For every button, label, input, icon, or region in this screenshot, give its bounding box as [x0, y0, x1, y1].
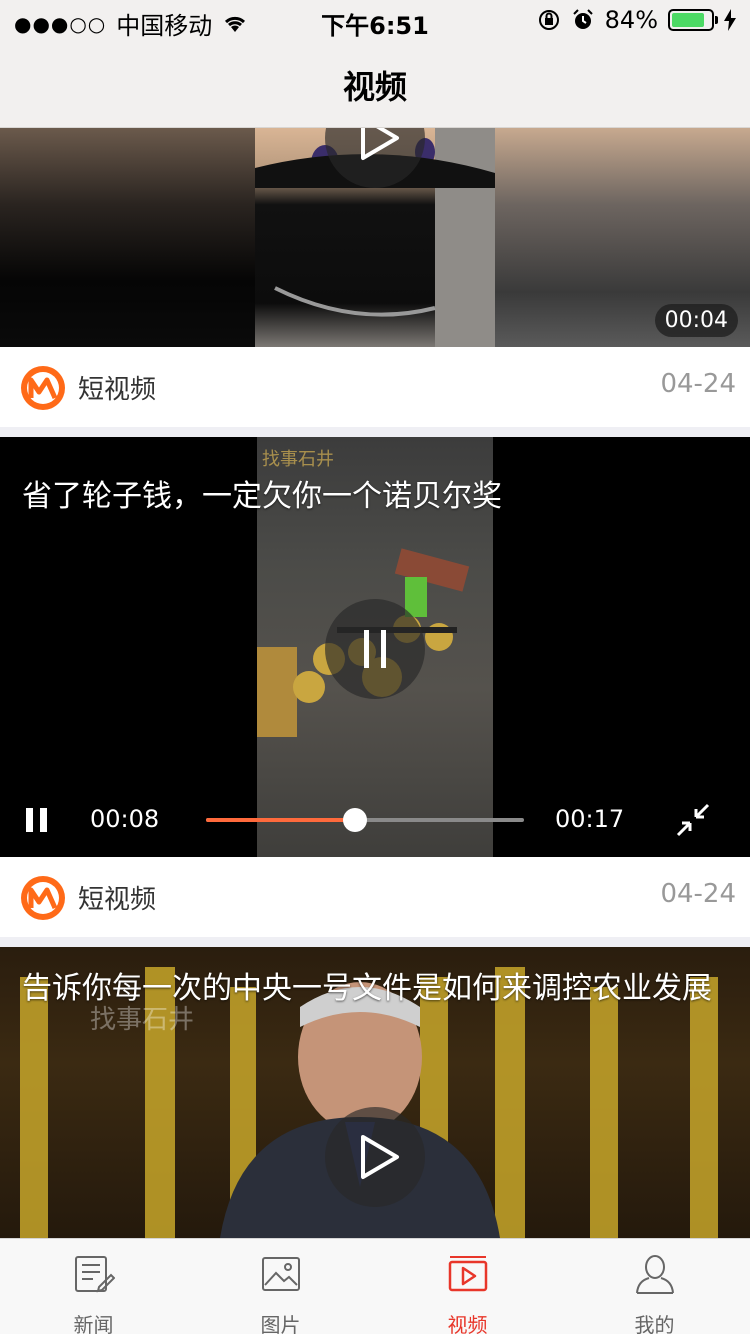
news-icon	[75, 1256, 115, 1293]
video-thumbnail-3[interactable]: 找事石井 告诉你每一次的中央一号文件是如何来调控农业发展	[0, 947, 750, 1238]
play-button[interactable]	[325, 128, 425, 188]
exit-fullscreen-icon[interactable]	[674, 801, 712, 839]
battery-icon	[668, 9, 718, 31]
publish-date: 04-24	[660, 879, 736, 909]
video-icon	[448, 1256, 488, 1292]
tab-profile[interactable]: 我的	[561, 1239, 748, 1334]
charging-icon	[724, 9, 736, 31]
tab-pictures[interactable]: 图片	[187, 1239, 374, 1334]
publish-date: 04-24	[660, 369, 736, 399]
video-meta-row-1[interactable]: 短视频 04-24	[0, 347, 750, 427]
picture-icon	[262, 1257, 300, 1291]
source-name: 短视频	[78, 375, 157, 405]
video-meta-row-2[interactable]: 短视频 04-24	[0, 857, 750, 937]
video-player-2[interactable]: 找事石井 省了轮子钱，一定欠你一个诺贝尔奖 00:08 00:17	[0, 437, 750, 857]
pause-icon	[364, 630, 386, 668]
play-icon	[361, 1135, 399, 1179]
profile-icon	[636, 1255, 674, 1294]
tab-label: 我的	[634, 1313, 675, 1334]
tab-video[interactable]: 视频	[374, 1239, 561, 1334]
progress-slider[interactable]	[206, 808, 524, 832]
elapsed-time: 00:08	[90, 805, 160, 833]
orientation-lock-icon	[538, 10, 559, 30]
battery-fill	[672, 13, 704, 27]
video-watermark: 找事石井	[262, 449, 334, 470]
alarm-icon	[572, 9, 593, 29]
player-controls: 00:08 00:17	[0, 789, 750, 849]
top-bar: ●●●○○ 中国移动 下午6:51 84% 视频	[0, 0, 750, 128]
page-title: 视频	[342, 68, 407, 106]
battery-percent: 84%	[604, 6, 658, 34]
tab-label: 视频	[447, 1313, 488, 1334]
tab-label: 图片	[260, 1313, 301, 1334]
mango-tv-logo-icon	[21, 876, 65, 920]
tab-bar: 新闻 图片 视频 我的	[0, 1238, 750, 1334]
source-name: 短视频	[78, 885, 157, 915]
pause-button[interactable]	[24, 806, 50, 834]
total-time: 00:17	[555, 805, 625, 833]
duration-badge: 00:04	[654, 304, 738, 337]
progress-knob[interactable]	[343, 808, 368, 832]
status-bar: ●●●○○ 中国移动 下午6:51 84%	[0, 0, 750, 40]
video-caption: 省了轮子钱，一定欠你一个诺贝尔奖	[22, 479, 502, 514]
pause-overlay-button[interactable]	[325, 599, 425, 699]
tab-label: 新闻	[73, 1313, 114, 1334]
tab-news[interactable]: 新闻	[0, 1239, 187, 1334]
mango-tv-logo-icon	[21, 366, 65, 410]
video-thumbnail-1[interactable]: 00:04	[0, 128, 750, 347]
play-icon	[361, 128, 399, 160]
blurred-background-left	[0, 128, 255, 347]
video-caption: 告诉你每一次的中央一号文件是如何来调控农业发展	[22, 971, 712, 1006]
play-button[interactable]	[325, 1107, 425, 1207]
progress-played	[206, 818, 356, 822]
